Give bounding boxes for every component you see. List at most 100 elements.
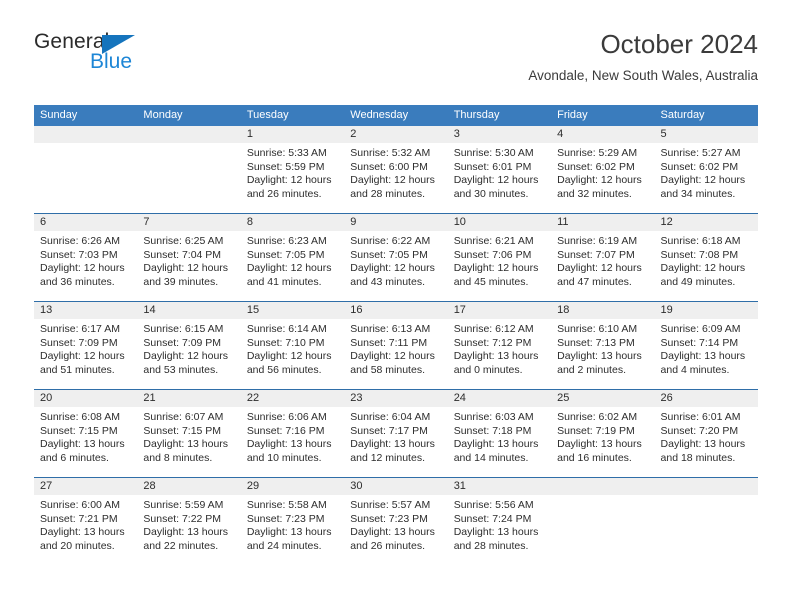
day-sunset-text: Sunset: 7:05 PM [350,248,428,261]
day-cell-21[interactable]: Sunrise: 6:07 AM Sunset: 7:15 PM Daylight:… [137,407,240,477]
day-cell-16[interactable]: Sunrise: 6:13 AM Sunset: 7:11 PM Daylight:… [344,319,447,389]
day-number-28[interactable]: 28 [137,478,240,495]
title-block: October 2024 Avondale, New South Wales, … [528,28,758,86]
day-cell-30[interactable]: Sunrise: 5:57 AM Sunset: 7:23 PM Daylight:… [344,495,447,565]
day-cell-15[interactable]: Sunrise: 6:14 AM Sunset: 7:10 PM Daylight:… [241,319,344,389]
day-number-13[interactable]: 13 [34,302,137,319]
day-number-12[interactable]: 12 [655,214,758,231]
day-daylight2-text: and 58 minutes. [350,363,425,376]
day-cell-29[interactable]: Sunrise: 5:58 AM Sunset: 7:23 PM Daylight:… [241,495,344,565]
day-number-29[interactable]: 29 [241,478,344,495]
day-daylight2-text: and 51 minutes. [40,363,115,376]
day-daylight2-text: and 4 minutes. [660,363,730,376]
weekday-header-saturday: Saturday [660,109,705,121]
day-cell-18[interactable]: Sunrise: 6:10 AM Sunset: 7:13 PM Daylight:… [551,319,654,389]
day-number-22[interactable]: 22 [241,390,344,407]
day-number-7[interactable]: 7 [137,214,240,231]
day-cell-10[interactable]: Sunrise: 6:21 AM Sunset: 7:06 PM Daylight:… [448,231,551,301]
day-number-6[interactable]: 6 [34,214,137,231]
day-number-15[interactable]: 15 [241,302,344,319]
day-cell-31[interactable]: Sunrise: 5:56 AM Sunset: 7:24 PM Daylight:… [448,495,551,565]
day-number-5[interactable]: 5 [655,126,758,143]
day-number-23[interactable]: 23 [344,390,447,407]
day-number-24[interactable]: 24 [448,390,551,407]
day-sunset-text: Sunset: 7:04 PM [143,248,222,261]
weekday-header-thursday: Thursday [453,109,500,121]
day-number-31[interactable]: 31 [448,478,551,495]
day-number-2[interactable]: 2 [344,126,447,143]
day-cell-6[interactable]: Sunrise: 6:26 AM Sunset: 7:03 PM Daylight:… [34,231,137,301]
day-sunrise-text: Sunrise: 5:30 AM [453,147,534,159]
day-number-26[interactable]: 26 [655,390,758,407]
day-cell-24[interactable]: Sunrise: 6:03 AM Sunset: 7:18 PM Daylight:… [448,407,551,477]
day-sunset-text: Sunset: 7:23 PM [350,512,428,525]
day-cell-11[interactable]: Sunrise: 6:19 AM Sunset: 7:07 PM Daylight:… [551,231,654,301]
day-sunrise-text: Sunrise: 6:22 AM [350,235,431,247]
day-cell-12[interactable]: Sunrise: 6:18 AM Sunset: 7:08 PM Daylight:… [655,231,758,301]
day-cell-27[interactable]: Sunrise: 6:00 AM Sunset: 7:21 PM Daylight:… [34,495,137,565]
day-cell-26[interactable]: Sunrise: 6:01 AM Sunset: 7:20 PM Daylight:… [655,407,758,477]
day-daylight1-text: Daylight: 13 hours [453,438,539,451]
day-daylight2-text: and 47 minutes. [557,275,632,288]
day-cell-19[interactable]: Sunrise: 6:09 AM Sunset: 7:14 PM Daylight:… [655,319,758,389]
day-daylight2-text: and 34 minutes. [660,187,736,200]
day-sunset-text: Sunset: 7:11 PM [350,336,428,349]
day-cell-2[interactable]: Sunrise: 5:32 AM Sunset: 6:00 PM Daylight:… [344,143,447,213]
day-sunset-text: Sunset: 7:22 PM [143,512,222,525]
day-number-17[interactable]: 17 [448,302,551,319]
weekday-header-monday: Monday [143,109,183,121]
day-daylight1-text: Daylight: 12 hours [557,174,642,187]
day-sunrise-text: Sunrise: 5:58 AM [246,499,327,511]
day-cell-22[interactable]: Sunrise: 6:06 AM Sunset: 7:16 PM Daylight:… [241,407,344,477]
day-number-18[interactable]: 18 [551,302,654,319]
calendar-week-row: 13 14 15 16 17 18 19 Sunrise: 6:17 AM Sunset: 7:… [34,301,758,389]
day-number-21[interactable]: 21 [137,390,240,407]
day-number-9[interactable]: 9 [344,214,447,231]
day-cell-8[interactable]: Sunrise: 6:23 AM Sunset: 7:05 PM Daylight:… [241,231,344,301]
day-number-10[interactable]: 10 [448,214,551,231]
day-sunrise-text: Sunrise: 6:13 AM [350,323,431,335]
day-sunrise-text: Sunrise: 6:00 AM [40,499,120,511]
day-daylight1-text: Daylight: 13 hours [557,350,642,363]
day-cell-17[interactable]: Sunrise: 6:12 AM Sunset: 7:12 PM Daylight:… [448,319,551,389]
day-cell-13[interactable]: Sunrise: 6:17 AM Sunset: 7:09 PM Daylight:… [34,319,137,389]
day-sunset-text: Sunset: 7:05 PM [246,248,325,261]
day-cell-7[interactable]: Sunrise: 6:25 AM Sunset: 7:04 PM Daylight:… [137,231,240,301]
day-daylight1-text: Daylight: 13 hours [350,438,435,451]
brand-logo[interactable]: General Blue [34,30,154,78]
day-daylight2-text: and 45 minutes. [453,275,529,288]
day-sunset-text: Sunset: 7:19 PM [557,424,635,437]
day-cell-23[interactable]: Sunrise: 6:04 AM Sunset: 7:17 PM Daylight:… [344,407,447,477]
day-cell-25[interactable]: Sunrise: 6:02 AM Sunset: 7:19 PM Daylight:… [551,407,654,477]
day-number-30[interactable]: 30 [344,478,447,495]
day-cell-3[interactable]: Sunrise: 5:30 AM Sunset: 6:01 PM Daylight:… [448,143,551,213]
day-number-8[interactable]: 8 [241,214,344,231]
day-sunrise-text: Sunrise: 5:57 AM [350,499,431,511]
day-cell-1[interactable]: Sunrise: 5:33 AM Sunset: 5:59 PM Daylight:… [241,143,344,213]
day-number-3[interactable]: 3 [448,126,551,143]
day-cell-empty [34,143,137,213]
day-cell-4[interactable]: Sunrise: 5:29 AM Sunset: 6:02 PM Daylight:… [551,143,654,213]
day-number-27[interactable]: 27 [34,478,137,495]
day-number-14[interactable]: 14 [137,302,240,319]
day-cell-20[interactable]: Sunrise: 6:08 AM Sunset: 7:15 PM Daylight:… [34,407,137,477]
day-number-4[interactable]: 4 [551,126,654,143]
day-daylight1-text: Daylight: 13 hours [453,526,539,539]
day-cell-14[interactable]: Sunrise: 6:15 AM Sunset: 7:09 PM Daylight:… [137,319,240,389]
day-cell-5[interactable]: Sunrise: 5:27 AM Sunset: 6:02 PM Daylight:… [655,143,758,213]
day-daylight2-text: and 6 minutes. [40,451,109,464]
day-number-11[interactable]: 11 [551,214,654,231]
day-sunset-text: Sunset: 7:16 PM [246,424,325,437]
day-cell-empty [551,495,654,565]
day-number-19[interactable]: 19 [655,302,758,319]
day-daylight1-text: Daylight: 12 hours [660,174,746,187]
day-cell-28[interactable]: Sunrise: 5:59 AM Sunset: 7:22 PM Daylight:… [137,495,240,565]
day-daylight2-text: and 22 minutes. [143,539,219,552]
day-number-1[interactable]: 1 [241,126,344,143]
day-number-20[interactable]: 20 [34,390,137,407]
day-number-16[interactable]: 16 [344,302,447,319]
day-number-25[interactable]: 25 [551,390,654,407]
page-header: General Blue October 2024 Avondale, New … [0,0,792,83]
day-cell-9[interactable]: Sunrise: 6:22 AM Sunset: 7:05 PM Daylight:… [344,231,447,301]
day-daylight1-text: Daylight: 12 hours [143,262,229,275]
